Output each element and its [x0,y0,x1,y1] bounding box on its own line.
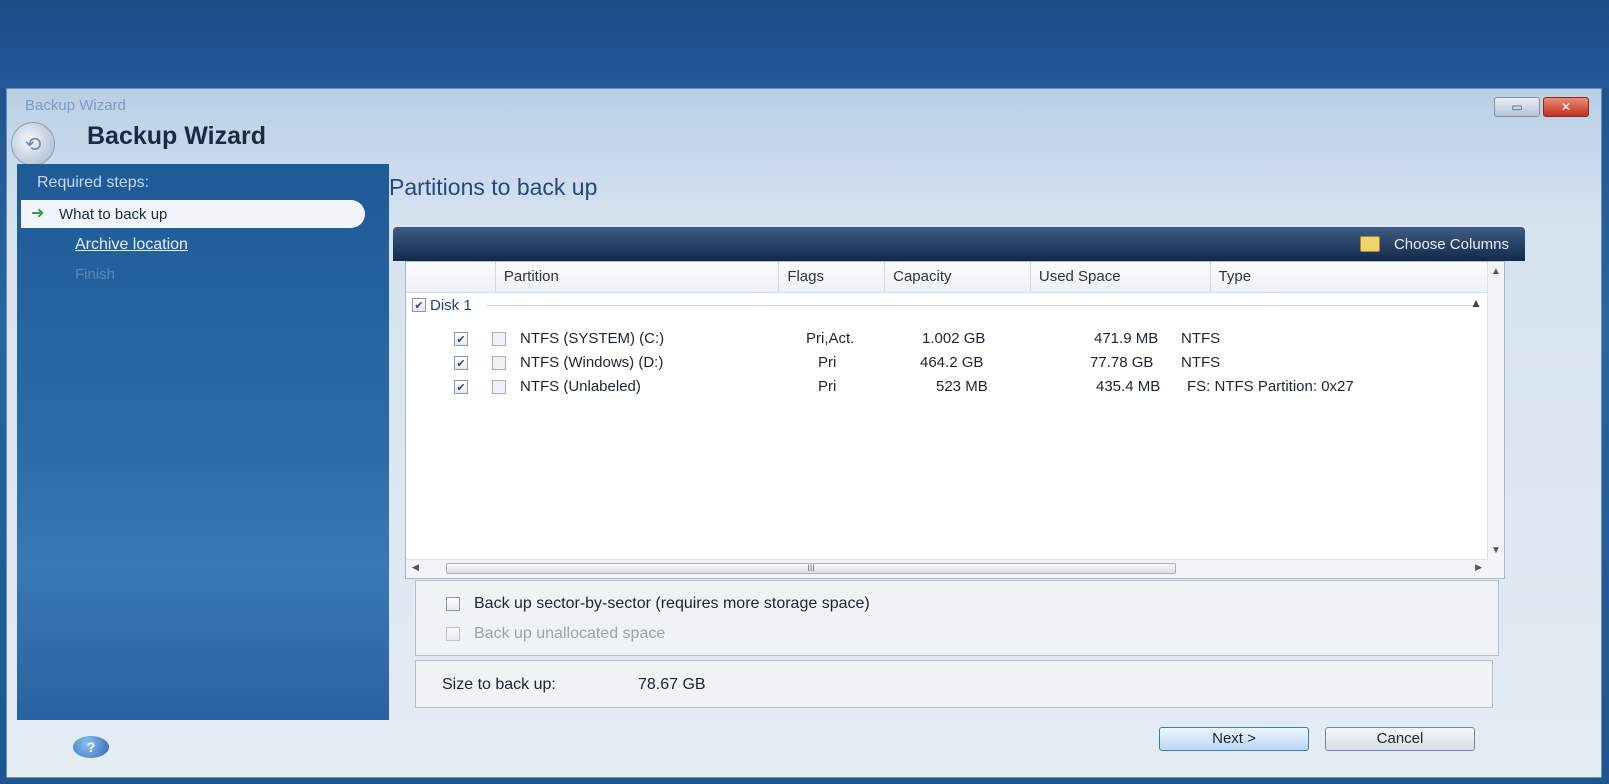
cell-used: 435.4 MB [1096,378,1161,395]
choose-columns-label: Choose Columns [1393,235,1509,253]
cell-flags: Pri [818,378,837,395]
divider [485,304,1480,306]
backup-wizard-icon: ⟲ [11,122,55,166]
steps-heading: Required steps: [37,174,150,191]
page-title: Backup Wizard [87,122,266,150]
size-value: 78.67 GB [638,676,706,693]
sector-by-sector-label: Back up sector-by-sector (requires more … [474,595,870,612]
content-title: Partitions to back up [389,174,598,200]
column-header-flags[interactable]: Flags [779,262,886,292]
backup-options-panel: Back up sector-by-sector (requires more … [415,580,1499,656]
partition-icon [492,332,506,346]
scroll-left-icon[interactable]: ◀ [412,562,419,573]
row-checkbox[interactable]: ✔ [454,356,468,370]
horizontal-scrollbar[interactable]: ◀ III ▶ [406,559,1488,578]
column-header-select[interactable] [406,262,496,292]
backup-wizard-window: Backup Wizard ▭ ✕ ⟲ Backup Wizard Requir… [6,88,1602,778]
unallocated-checkbox [446,627,460,641]
step-finish: Finish [75,266,116,283]
table-row[interactable]: ✔ NTFS (Windows) (D:) Pri 464.2 GB 77.78… [454,352,1484,374]
table-row[interactable]: ✔ NTFS (Unlabeled) Pri 523 MB 435.4 MB F… [454,376,1484,398]
grid-toolbar: Choose Columns [393,227,1525,261]
size-summary-panel: Size to back up: 78.67 GB [415,660,1493,708]
unallocated-label: Back up unallocated space [474,625,666,642]
cell-used: 471.9 MB [1094,330,1159,347]
arrow-right-icon: ➜ [31,205,45,222]
cell-flags: Pri,Act. [806,330,855,347]
step-what-to-back-up[interactable]: ➜ What to back up [21,200,365,228]
next-button[interactable]: Next > [1159,727,1309,751]
column-header-type[interactable]: Type [1211,262,1489,292]
step-label: What to back up [59,205,168,223]
titlebar-text: Backup Wizard [25,97,126,114]
choose-columns-button[interactable]: Choose Columns [1359,235,1509,253]
cell-partition: NTFS (SYSTEM) (C:) [520,330,665,347]
vertical-scrollbar[interactable]: ▲ ▼ [1487,262,1504,578]
column-header-partition[interactable]: Partition [496,262,780,292]
cancel-button[interactable]: Cancel [1325,727,1475,751]
cell-capacity: 464.2 GB [920,354,984,371]
collapse-icon[interactable]: ▲ [1470,296,1482,310]
cell-capacity: 523 MB [936,378,988,395]
cell-type: NTFS [1181,354,1221,371]
close-button[interactable]: ✕ [1543,97,1589,117]
restore-button[interactable]: ▭ [1494,97,1540,117]
scroll-right-icon[interactable]: ▶ [1475,562,1482,573]
help-button[interactable]: ? [73,736,109,758]
cell-partition: NTFS (Windows) (D:) [520,354,664,371]
scrollbar-thumb[interactable]: III [446,563,1176,574]
step-archive-location[interactable]: Archive location [75,236,188,254]
cell-type: FS: NTFS Partition: 0x27 [1187,378,1354,395]
cell-flags: Pri [818,354,837,371]
cell-partition: NTFS (Unlabeled) [520,378,641,395]
size-label: Size to back up: [442,676,556,693]
desktop-background [0,0,1609,88]
table-row[interactable]: ✔ NTFS (SYSTEM) (C:) Pri,Act. 1.002 GB 4… [454,328,1484,350]
sector-by-sector-checkbox[interactable] [446,597,460,611]
column-headers: Partition Flags Capacity Used Space Type [406,262,1489,293]
window-controls: ▭ ✕ [1494,97,1589,117]
unallocated-option: Back up unallocated space [446,625,665,643]
sector-by-sector-option[interactable]: Back up sector-by-sector (requires more … [446,595,870,613]
cell-used: 77.78 GB [1090,354,1154,371]
partition-icon [492,356,506,370]
row-checkbox[interactable]: ✔ [454,332,468,346]
partitions-grid: Partition Flags Capacity Used Space Type… [405,261,1505,579]
partition-icon [492,380,506,394]
scroll-up-icon[interactable]: ▲ [1491,266,1501,277]
row-checkbox[interactable]: ✔ [454,380,468,394]
disk-label: Disk 1 [430,296,472,314]
disk-group-row[interactable]: ✔ Disk 1 [412,294,1480,316]
cell-capacity: 1.002 GB [922,330,986,347]
scroll-down-icon[interactable]: ▼ [1491,545,1501,556]
steps-sidebar: Required steps: ➜ What to back up Archiv… [17,164,389,720]
column-header-capacity[interactable]: Capacity [885,262,1031,292]
disk-checkbox[interactable]: ✔ [412,298,426,312]
columns-icon [1359,236,1380,252]
column-header-used-space[interactable]: Used Space [1031,262,1211,292]
cell-type: NTFS [1181,330,1221,347]
